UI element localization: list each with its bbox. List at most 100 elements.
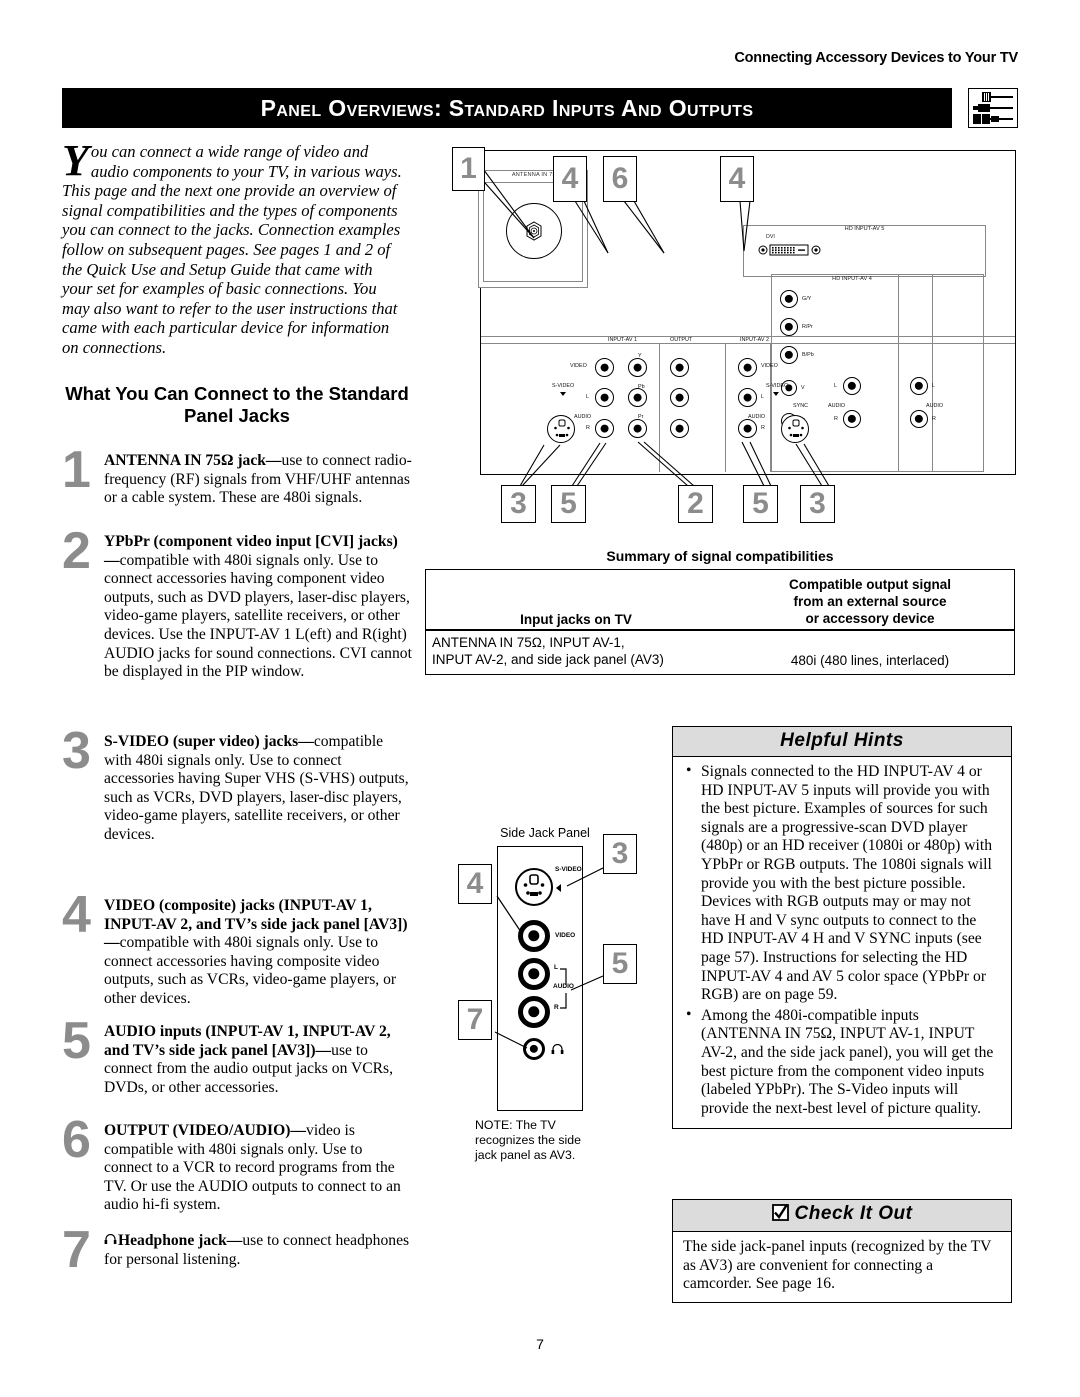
jack-label-svideo: S-VIDEO [552, 383, 575, 389]
running-head: Connecting Accessory Devices to Your TV [734, 50, 1018, 66]
hint-bullet: Among the 480i-compatible inputs (ANTENN… [683, 1006, 1001, 1119]
list-number: 2 [62, 522, 91, 580]
jack-bpb [780, 346, 798, 364]
callout-3a: 3 [501, 485, 536, 523]
section-label-input-av1: INPUT-AV 1 [608, 337, 637, 343]
column-header-line: from an external source [793, 594, 947, 609]
list-number: 3 [62, 722, 91, 780]
jack-component-pb [628, 388, 647, 407]
jack-label-bpb: B/Pb [802, 352, 814, 358]
checkbox-checked-icon [771, 1203, 789, 1227]
jack-output-video [670, 358, 689, 377]
list-item-term: ANTENNA IN 75Ω jack— [104, 452, 282, 469]
list-item-text: compatible with 480i signals only. Use t… [104, 551, 412, 681]
page-title: Panel Overviews: Standard Inputs and Out… [260, 94, 754, 121]
svideo-pointer [560, 392, 566, 396]
jack-av5-audio-r [910, 410, 928, 428]
jack-label-sync: SYNC [793, 403, 808, 409]
callout-1: 1 [452, 147, 485, 191]
side-label-svideo: S-VIDEO [555, 866, 582, 873]
list-item-3: 3 S-VIDEO (super video) jacks—compatible… [62, 725, 412, 845]
jack-output-audio-r [670, 419, 689, 438]
side-jack-svideo [515, 868, 553, 906]
jack-label-r: R [761, 425, 765, 431]
dvi-label: DVI [766, 234, 775, 240]
audio-bracket [560, 968, 567, 1009]
section-label-input-av2: INPUT-AV 2 [740, 337, 769, 343]
hd-input-av5-label: HD INPUT-AV 5 [844, 226, 885, 232]
jack-label-audio: AUDIO [926, 403, 944, 409]
section-subheading: What You Can Connect to the Standard Pan… [65, 383, 409, 426]
jack-label-r: R [932, 416, 936, 422]
section-label-output: OUTPUT [670, 337, 693, 343]
cell-input-jacks: ANTENNA IN 75Ω, INPUT AV-1, INPUT AV-2, … [426, 634, 726, 668]
list-number: 7 [62, 1221, 91, 1279]
side-callout-5: 5 [603, 944, 637, 984]
jack-av4-audio-l [843, 377, 861, 395]
cell-compatible-signal: 480i (480 lines, interlaced) [790, 652, 950, 668]
jack-label-r: R [834, 416, 838, 422]
list-item-4: 4 VIDEO (composite) jacks (INPUT-AV 1, I… [62, 889, 412, 1009]
jack-av4-audio-r [843, 410, 861, 428]
column-header-input-jacks: Input jacks on TV [520, 612, 632, 627]
list-item-7: 7 Headphone jack—use to connect headphon… [62, 1224, 412, 1276]
list-item-1: 1 ANTENNA IN 75Ω jack—use to connect rad… [62, 444, 412, 508]
jack-label-l: L [761, 394, 764, 400]
column-header-line: or accessory device [805, 611, 935, 626]
jack-label-video: VIDEO [570, 363, 587, 369]
check-it-out-box: Check It Out The side jack-panel inputs … [672, 1199, 1012, 1303]
rear-panel-diagram: ANTENNA IN 75Ω HD INPUT-AV 5 DVI HD INPU… [448, 147, 1018, 523]
side-jack-headphone [523, 1038, 545, 1060]
table-row: ANTENNA IN 75Ω, INPUT AV-1, INPUT AV-2, … [426, 631, 1014, 674]
jack-label-rpr: R/Pr [802, 324, 813, 330]
list-item-6: 6 OUTPUT (VIDEO/AUDIO)—video is compatib… [62, 1114, 412, 1215]
intro-paragraph: You can connect a wide range of video an… [62, 136, 407, 358]
jack-label-v: V [801, 385, 805, 391]
list-item-term: OUTPUT (VIDEO/AUDIO)— [104, 1122, 307, 1139]
jack-label-l: L [834, 383, 837, 389]
jack-av1-audio-r [595, 419, 614, 438]
list-item-2: 2 YPbPr (component video input [CVI] jac… [62, 525, 412, 682]
check-it-out-heading: Check It Out [673, 1200, 1011, 1232]
helpful-hints-box: Helpful Hints Signals connected to the H… [672, 726, 1012, 1130]
jack-av1-audio-l [595, 388, 614, 407]
side-jack-panel-diagram: Side Jack Panel S-VIDEO VIDEO L AUDIO R … [455, 826, 655, 1206]
jack-label-audio: AUDIO [828, 403, 846, 409]
cell-line: ANTENNA IN 75Ω, INPUT AV-1, [432, 634, 625, 650]
svideo-pointer [556, 884, 561, 892]
summary-table: Input jacks on TV Compatible output sign… [425, 569, 1015, 675]
callout-6: 6 [603, 156, 637, 202]
jack-av1-video [595, 358, 614, 377]
av5-audio-group [898, 274, 984, 472]
page-title-bar: Panel Overviews: Standard Inputs and Out… [62, 88, 952, 128]
summary-table-title: Summary of signal compatibilities [606, 548, 834, 564]
jack-component-pr [628, 419, 647, 438]
column-header-line: Compatible output signal [789, 577, 951, 592]
connectors-icon [968, 88, 1018, 128]
jack-output-audio-l [670, 388, 689, 407]
side-jack-audio-l [518, 958, 550, 990]
jack-label-gy: G/Y [802, 296, 812, 302]
svideo-pointer [773, 392, 779, 396]
jack-label-audio: AUDIO [574, 414, 592, 420]
panel-divider [725, 344, 727, 472]
jack-label-svideo: S-VIDEO [766, 383, 789, 389]
jack-rpr [780, 318, 798, 336]
list-number: 5 [62, 1012, 91, 1070]
list-number: 6 [62, 1111, 91, 1169]
column-header-compatible-signal: Compatible output signal from an externa… [726, 576, 1014, 627]
helpful-hints-heading: Helpful Hints [673, 727, 1011, 757]
side-callout-7: 7 [458, 1000, 492, 1040]
document-page: Connecting Accessory Devices to Your TV … [0, 0, 1080, 1397]
headphone-icon [104, 1232, 118, 1251]
side-jack-audio-r [518, 996, 550, 1028]
jack-label-l: L [586, 394, 589, 400]
callout-3b: 3 [800, 485, 835, 523]
jack-label-video: VIDEO [761, 363, 778, 369]
side-panel-title: Side Jack Panel [500, 826, 590, 840]
jack-av1-svideo [547, 415, 575, 443]
drop-cap: Y [62, 136, 89, 185]
side-callout-3: 3 [603, 834, 637, 874]
jack-av2-video [738, 358, 757, 377]
side-label-r: R [554, 1004, 559, 1011]
